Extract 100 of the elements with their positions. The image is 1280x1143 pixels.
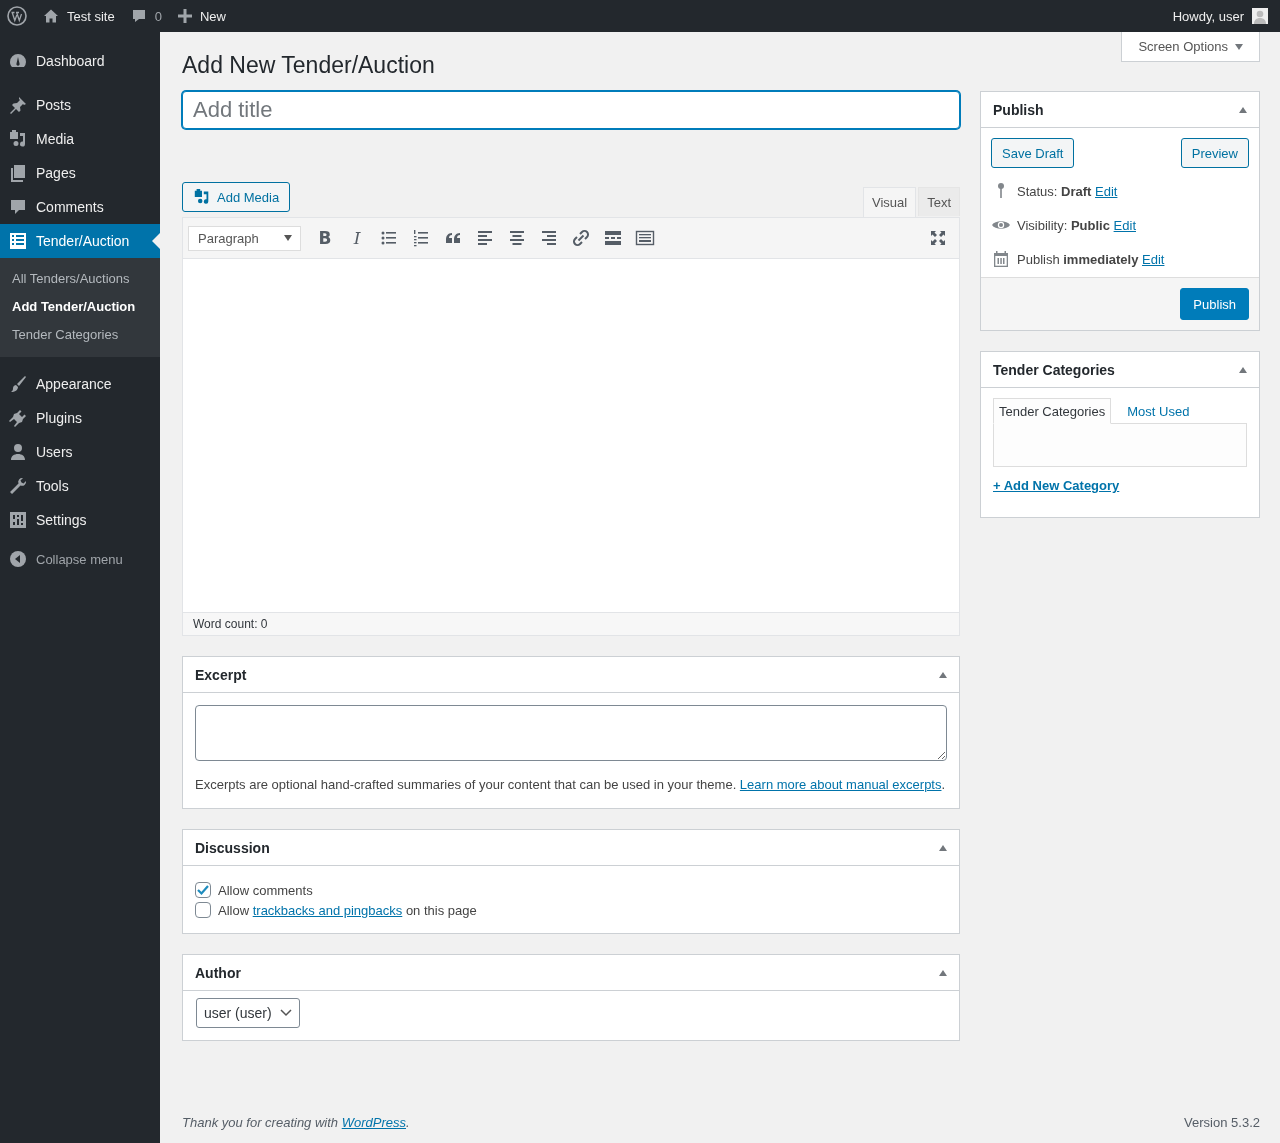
checkbox[interactable] [195,902,211,918]
media-icon [193,188,211,206]
plug-icon [8,408,28,428]
edit-link[interactable]: Edit [1142,251,1165,267]
new-link[interactable]: New [177,8,226,24]
account-link[interactable]: Howdy, user [1172,8,1268,24]
calendar-icon [991,249,1011,269]
submenu-item[interactable]: All Tenders/Auctions [0,265,160,293]
menu-item[interactable]: Posts [0,88,160,122]
menu-item[interactable]: Plugins [0,401,160,435]
publish-setting: Publish immediately Edit [1017,251,1165,267]
category-tab[interactable]: Most Used [1121,398,1196,424]
menu-item[interactable]: Dashboard [0,44,160,78]
site-link[interactable]: Test site [43,8,115,24]
menu-item[interactable]: Pages [0,156,160,190]
checkbox-label: Allow comments [218,882,313,898]
menu-label: Media [36,131,75,147]
publish-setting: Status: Draft Edit [1017,183,1118,199]
add-media-button[interactable]: Add Media [182,182,291,212]
publish-setting: Visibility: Public Edit [1017,217,1136,233]
comments-link[interactable]: 0 [130,8,162,24]
menu-label: Settings [36,512,87,528]
dropdown-arrow-icon [284,235,292,241]
format-select[interactable]: Paragraph [188,225,301,251]
avatar-icon [1252,8,1268,24]
collapse-toggle-icon[interactable] [939,844,947,851]
word-count: Word count: 0 [193,617,268,631]
menu-label: Comments [36,199,104,215]
greeting: Howdy, user [1172,8,1244,24]
menu-item[interactable]: Tender/Auction [0,224,160,258]
collapse-toggle-icon[interactable] [1239,366,1247,373]
brush-icon [8,374,28,394]
site-name: Test site [67,8,115,24]
preview-button[interactable]: Preview [1180,138,1249,168]
align-left-icon[interactable] [475,228,495,248]
align-center-icon[interactable] [507,228,527,248]
menu-item[interactable]: Appearance [0,367,160,401]
user-icon [8,442,28,462]
collapse-toggle-icon[interactable] [939,969,947,976]
version-text: Version 5.3.2 [1184,1115,1260,1130]
submenu-item[interactable]: Add Tender/Auction [0,293,160,321]
excerpt-help-text: Excerpts are optional hand-crafted summaries of your content that can be used in your theme. Learn more about manual excerpts. [195,776,947,794]
panel-title: Discussion [195,839,270,856]
menu-item[interactable]: Settings [0,503,160,537]
page-title: Add New Tender/Auction [182,53,435,77]
footer-credit: Thank you for creating with WordPress. [182,1115,410,1130]
checkbox[interactable] [195,882,211,898]
wordpress-logo-icon[interactable] [7,6,27,26]
screen-options-button[interactable]: Screen Options [1121,32,1260,62]
panel-title: Tender Categories [993,361,1115,378]
dropdown-arrow-icon [1235,43,1243,50]
media-icon [8,129,28,149]
current-pointer-icon [152,233,160,249]
comment-count: 0 [154,8,162,24]
keyboard-icon[interactable] [635,228,655,248]
align-right-icon[interactable] [539,228,559,248]
add-category-link[interactable]: + Add New Category [993,478,1120,493]
menu-item[interactable]: Media [0,122,160,156]
read-more-icon[interactable] [603,228,623,248]
menu-label: Posts [36,97,71,113]
submenu-item[interactable]: Tender Categories [0,321,160,349]
menu-label: Appearance [36,376,112,392]
collapse-menu-button[interactable]: Collapse menu [0,547,160,571]
sliders-icon [8,510,28,530]
author-select[interactable]: user (user) [196,998,300,1028]
fullscreen-icon[interactable] [928,228,948,248]
plus-icon [177,9,192,23]
collapse-toggle-icon[interactable] [1239,106,1247,113]
editor-tab[interactable]: Visual [862,187,917,217]
menu-label: Tools [36,478,69,494]
numbered-list-icon[interactable] [411,228,431,248]
speech-bubble-icon [130,8,147,24]
wrench-icon [8,476,28,496]
bold-button[interactable]: B [315,228,335,248]
save-draft-button[interactable]: Save Draft [991,138,1075,168]
collapse-toggle-icon[interactable] [939,671,947,678]
panel-title: Author [195,964,241,981]
edit-link[interactable]: Edit [1113,217,1136,233]
italic-button[interactable]: I [347,228,367,248]
menu-label: Plugins [36,410,82,426]
menu-label: Users [36,444,73,460]
edit-link[interactable]: Edit [1095,183,1118,199]
chevron-down-icon [279,1009,292,1017]
trackbacks-link[interactable]: trackbacks and pingbacks [252,902,403,918]
comment-icon [8,197,28,217]
checkbox-label: Allow trackbacks and pingbacks on this page [218,902,477,918]
menu-item[interactable]: Comments [0,190,160,224]
title-field[interactable]: Add title [182,91,960,129]
wordpress-link[interactable]: WordPress [341,1115,406,1130]
home-icon [43,8,59,24]
editor-tab[interactable]: Text [918,187,960,216]
excerpt-field[interactable] [195,705,947,761]
menu-label: Dashboard [36,53,105,69]
panel-title: Excerpt [195,666,247,683]
category-tab[interactable]: Tender Categories [993,398,1112,424]
menu-item[interactable]: Users [0,435,160,469]
publish-button[interactable]: Publish [1180,288,1249,320]
menu-label: Tender/Auction [36,233,130,249]
menu-item[interactable]: Tools [0,469,160,503]
link-icon[interactable] [571,228,591,248]
